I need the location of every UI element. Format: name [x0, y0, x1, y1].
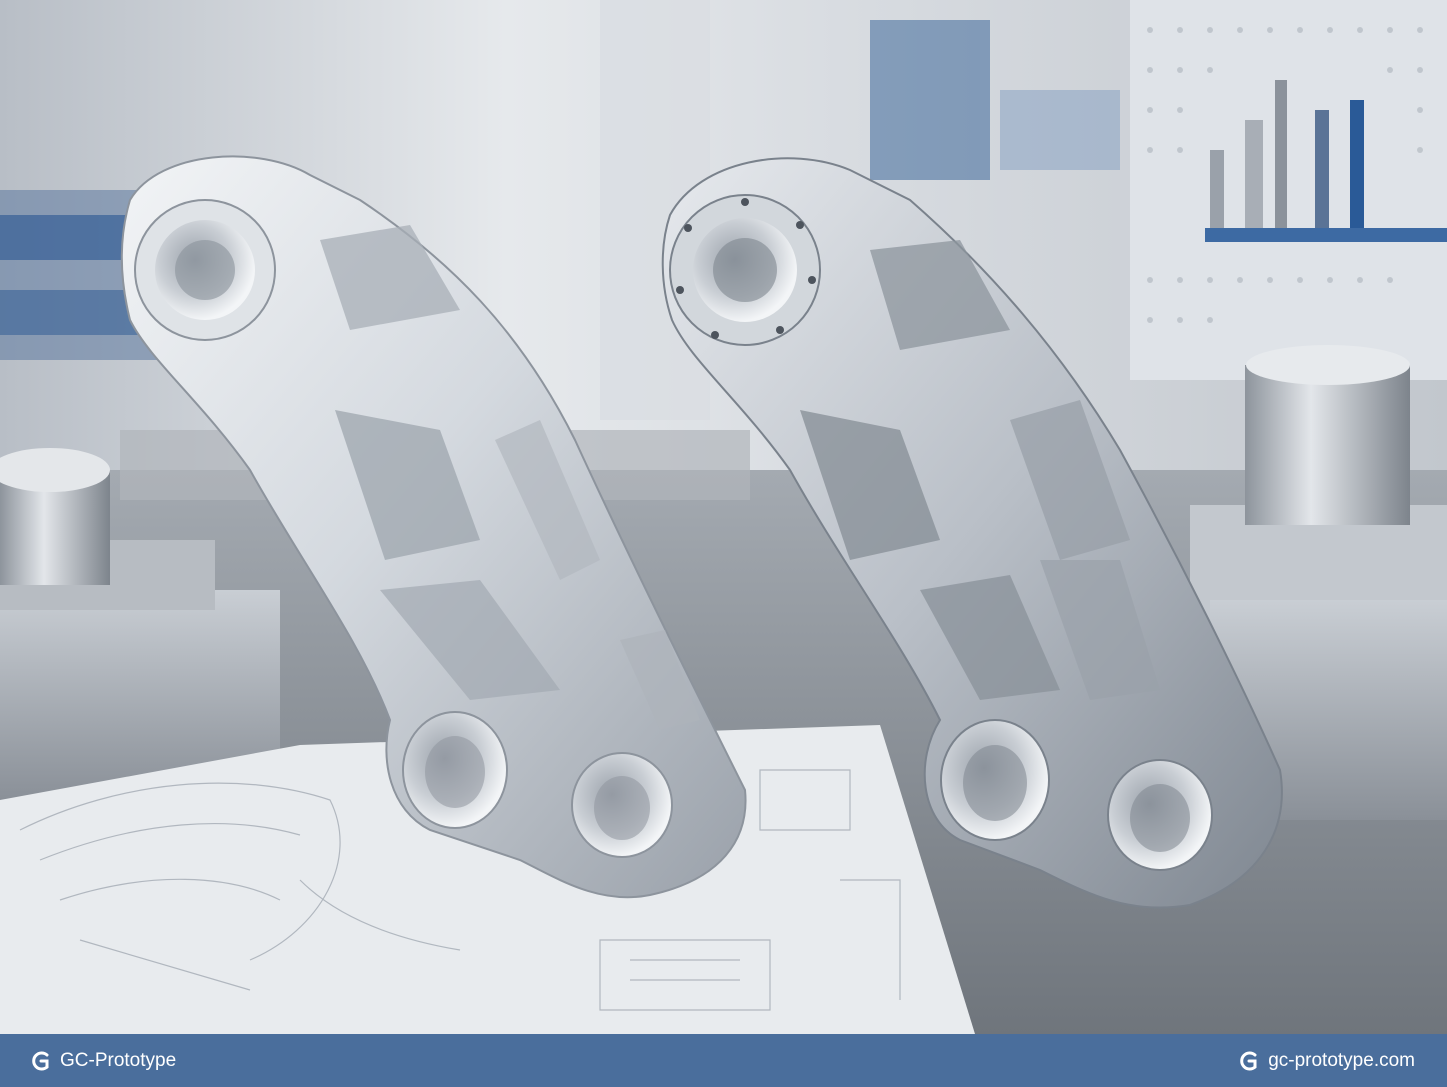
footer-brand-name: GC-Prototype — [60, 1049, 177, 1071]
footer-brand-right: gc-prototype.com — [1238, 1050, 1415, 1072]
gc-logo-icon — [30, 1050, 52, 1072]
product-photo — [0, 0, 1447, 1034]
gc-logo-icon — [1238, 1050, 1260, 1072]
footer-bar: GC-Prototype gc-prototype.com — [0, 1034, 1447, 1087]
footer-brand-left: GC-Prototype — [30, 1050, 176, 1072]
footer-website: gc-prototype.com — [1268, 1049, 1415, 1071]
